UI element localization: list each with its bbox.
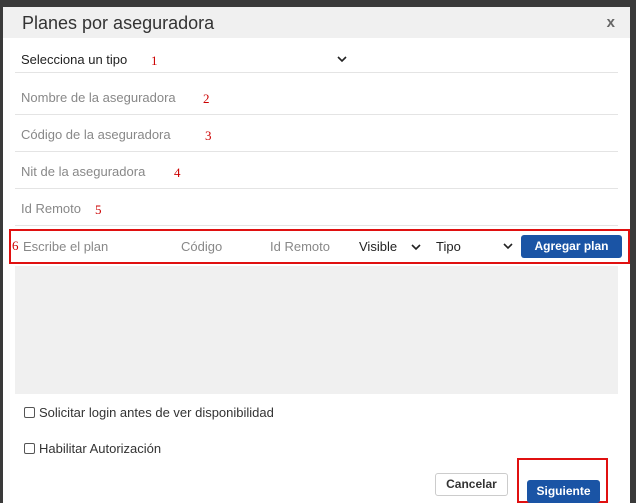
plan-remote-id-input[interactable]: Id Remoto (270, 239, 330, 254)
next-button-highlight: Siguiente (517, 458, 608, 503)
codigo-aseguradora-field[interactable]: Código de la aseguradora 3 (15, 116, 618, 152)
annotation-marker-1: 1 (151, 53, 158, 68)
chevron-down-icon (503, 243, 513, 250)
auth-checkbox-label: Habilitar Autorización (39, 441, 162, 456)
login-checkbox[interactable]: Solicitar login antes de ver disponibili… (24, 405, 274, 420)
next-button[interactable]: Siguiente (527, 480, 600, 503)
close-icon[interactable]: x (607, 14, 615, 31)
visible-select[interactable]: Visible (359, 239, 421, 254)
annotation-marker-2: 2 (203, 91, 210, 106)
insurer-plans-modal: Planes por aseguradora x Selecciona un t… (0, 7, 630, 503)
chevron-down-icon (337, 52, 347, 66)
id-remoto-field[interactable]: Id Remoto 5 (15, 190, 618, 226)
cancel-button[interactable]: Cancelar (435, 473, 508, 496)
auth-checkbox[interactable]: Habilitar Autorización (24, 441, 161, 456)
modal-title: Planes por aseguradora (22, 13, 215, 33)
tipo-select-value: Selecciona un tipo (21, 52, 128, 67)
nit-placeholder: Nit de la aseguradora (21, 164, 146, 179)
modal-header: Planes por aseguradora x (3, 7, 630, 38)
tipo-plan-select-value: Tipo (436, 239, 461, 254)
checkbox-icon[interactable] (24, 443, 35, 454)
nit-aseguradora-field[interactable]: Nit de la aseguradora 4 (15, 153, 618, 189)
chevron-down-icon (411, 244, 421, 251)
annotation-marker-4: 4 (174, 165, 181, 180)
codigo-placeholder: Código de la aseguradora (21, 127, 171, 142)
nombre-aseguradora-field[interactable]: Nombre de la aseguradora 2 (15, 79, 618, 115)
tipo-select[interactable]: Selecciona un tipo 1 (15, 43, 618, 73)
annotation-marker-6: 6 (12, 238, 19, 253)
nombre-placeholder: Nombre de la aseguradora (21, 90, 176, 105)
add-plan-button[interactable]: Agregar plan (521, 235, 622, 258)
plans-list-area (15, 266, 618, 394)
tipo-plan-select[interactable]: Tipo (436, 239, 516, 254)
visible-select-value: Visible (359, 239, 398, 254)
plan-code-input[interactable]: Código (181, 239, 222, 254)
checkbox-icon[interactable] (24, 407, 35, 418)
id-remoto-placeholder: Id Remoto (21, 201, 81, 216)
plan-input-row: 6 Escribe el plan Código Id Remoto Visib… (9, 229, 630, 264)
login-checkbox-label: Solicitar login antes de ver disponibili… (39, 405, 274, 420)
annotation-marker-5: 5 (95, 202, 102, 217)
annotation-marker-3: 3 (205, 128, 212, 143)
plan-name-input[interactable]: Escribe el plan (23, 239, 108, 254)
